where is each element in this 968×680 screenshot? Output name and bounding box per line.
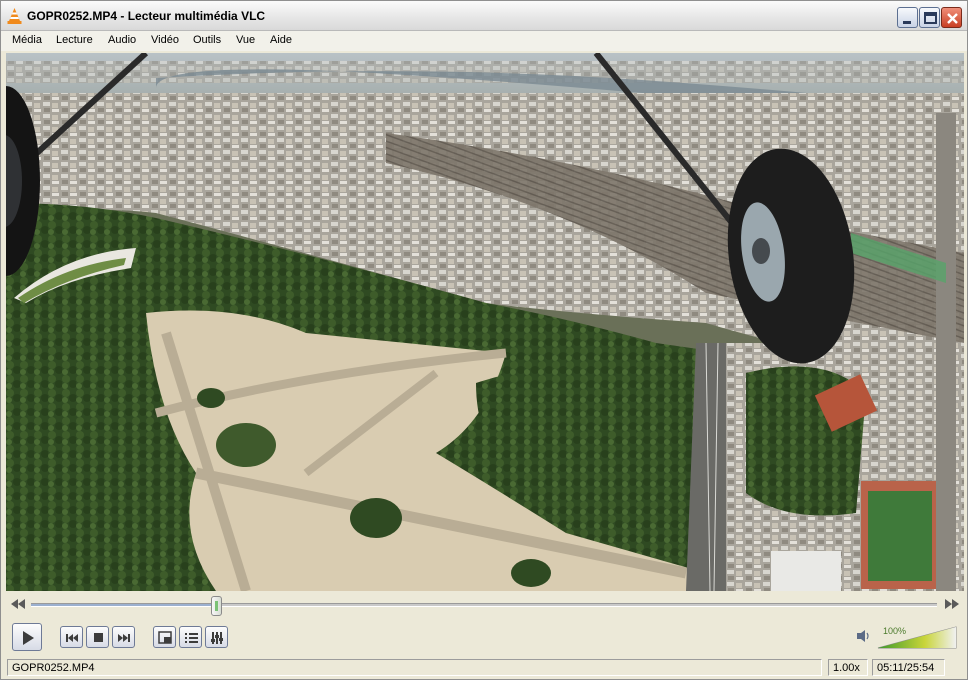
seek-row <box>1 595 967 616</box>
close-button[interactable] <box>941 7 962 28</box>
menu-audio[interactable]: Audio <box>108 34 136 46</box>
seek-progress <box>31 604 216 606</box>
playlist-button[interactable] <box>179 626 202 648</box>
previous-icon <box>66 634 78 642</box>
playlist-icon <box>185 633 198 643</box>
menu-aide[interactable]: Aide <box>270 34 292 46</box>
vlc-cone-icon <box>7 8 22 24</box>
close-icon <box>947 13 958 24</box>
seek-handle[interactable] <box>211 596 222 616</box>
aerial-video-image <box>6 53 964 591</box>
menu-lecture[interactable]: Lecture <box>56 34 93 46</box>
menu-outils[interactable]: Outils <box>193 34 221 46</box>
fullscreen-icon <box>158 631 172 644</box>
seek-slider[interactable] <box>31 596 937 616</box>
vlc-window: GOPR0252.MP4 - Lecteur multimédia VLC Mé… <box>0 0 968 680</box>
menu-video[interactable]: Vidéo <box>151 34 179 46</box>
next-button[interactable] <box>112 626 135 648</box>
maximize-icon <box>924 12 937 24</box>
status-bar: GOPR0252.MP4 1.00x 05:11/25:54 <box>1 657 967 679</box>
play-button[interactable] <box>12 623 42 651</box>
maximize-button[interactable] <box>919 7 940 28</box>
title-bar[interactable]: GOPR0252.MP4 - Lecteur multimédia VLC <box>1 1 967 31</box>
minimize-icon <box>903 21 911 24</box>
seek-forward-icon[interactable] <box>945 599 959 609</box>
video-frame[interactable] <box>6 53 964 591</box>
status-filename: GOPR0252.MP4 <box>7 659 822 676</box>
menu-media[interactable]: Média <box>12 34 42 46</box>
status-time[interactable]: 05:11/25:54 <box>872 659 945 676</box>
menu-vue[interactable]: Vue <box>236 34 255 46</box>
previous-button[interactable] <box>60 626 83 648</box>
extended-settings-icon <box>211 632 223 644</box>
minimize-button[interactable] <box>897 7 918 28</box>
play-icon <box>23 631 34 645</box>
status-speed[interactable]: 1.00x <box>828 659 868 676</box>
stop-button[interactable] <box>86 626 109 648</box>
volume-slider[interactable] <box>876 624 958 650</box>
extended-settings-button[interactable] <box>205 626 228 648</box>
seek-back-icon[interactable] <box>11 599 25 609</box>
menu-bar: Média Lecture Audio Vidéo Outils Vue Aid… <box>1 31 967 51</box>
window-title: GOPR0252.MP4 - Lecteur multimédia VLC <box>27 9 266 23</box>
stop-icon <box>94 633 103 642</box>
next-icon <box>118 634 130 642</box>
speaker-icon[interactable] <box>856 629 872 643</box>
fullscreen-button[interactable] <box>153 626 176 648</box>
